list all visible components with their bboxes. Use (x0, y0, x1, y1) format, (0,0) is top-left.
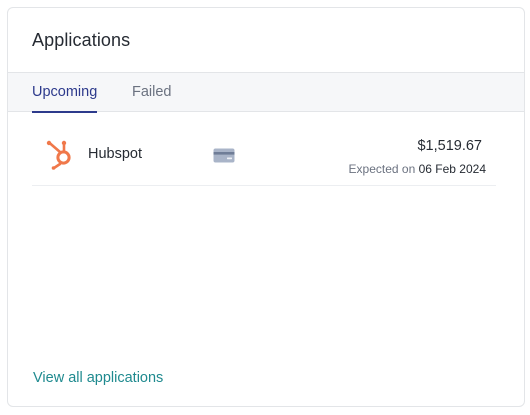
list-item[interactable]: Hubspot $1,519.67 Expected on 06 Feb 202… (32, 126, 496, 186)
app-name: Hubspot (88, 146, 143, 162)
amount: $1,519.67 (417, 138, 482, 154)
expected-date: 06 Feb 2024 (418, 162, 486, 176)
expected-label: Expected on (348, 162, 416, 176)
view-all-applications-link[interactable]: View all applications (33, 370, 163, 386)
card-title: Applications (32, 30, 131, 50)
tab-failed[interactable]: Failed (132, 73, 172, 112)
tab-bar: Upcoming Failed (8, 72, 524, 113)
expected-date-text: Expected on 06 Feb 2024 (349, 162, 486, 176)
credit-card-icon (213, 148, 235, 163)
hubspot-icon (46, 140, 71, 170)
tab-upcoming[interactable]: Upcoming (32, 73, 98, 113)
applications-card: Applications Upcoming Failed Hubspot $1,… (7, 7, 525, 407)
